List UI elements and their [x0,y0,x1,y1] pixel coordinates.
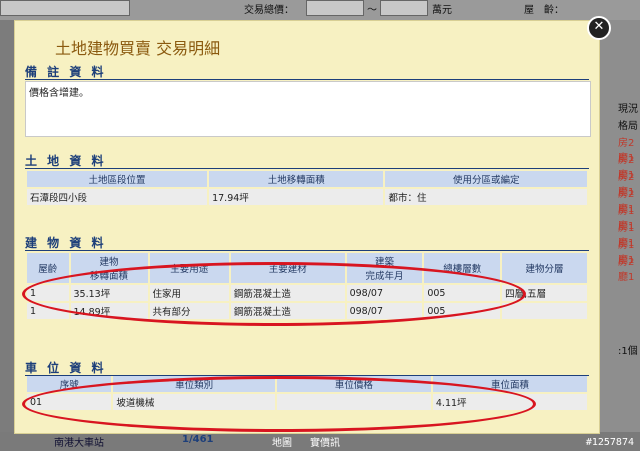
background-filter-bar: 交易總價： ～ 萬元 屋 齡： [0,0,640,20]
age-label: 屋 齡： [524,5,564,16]
notes-heading: 備 註 資 料 [25,65,107,79]
result-item[interactable]: 格局 [618,117,638,132]
map-link[interactable]: 地圖 [272,434,292,449]
land-cell: 都市：住 [385,189,587,205]
land-table: 土地區段位置 土地移轉面積 使用分區或編定 石潭段四小段 17.94坪 都市：住 [25,169,589,207]
transaction-detail-modal: ✕ 土地建物買賣 交易明細 備 註 資 料 價格含增建。 土 地 資 料 土地區… [14,16,611,434]
notes-divider [25,79,589,80]
background-map-strip [0,20,14,451]
annotation-oval-building [22,262,526,326]
background-select[interactable] [0,0,130,16]
land-col-header: 使用分區或編定 [385,171,587,187]
building-cell [502,303,587,319]
building-col-header: 建物分層 [502,253,587,283]
land-cell: 17.94坪 [209,189,384,205]
notes-text: 價格含增建。 [29,88,89,99]
price-min-input[interactable] [306,0,364,16]
footer-station: 南港大車站 [54,438,104,449]
land-col-header: 土地移轉面積 [209,171,384,187]
annotation-oval-parking [22,376,536,432]
page-indicator: 1/461 [182,434,214,445]
land-col-header: 土地區段位置 [27,171,208,187]
result-item[interactable]: 房2廳1 [618,253,640,283]
total-price-label: 交易總價： [244,5,294,16]
building-heading: 建 物 資 料 [25,236,107,250]
result-count: :1個 [618,346,638,357]
unit-label: 萬元 [432,5,452,16]
notes-box: 價格含增建。 [25,81,591,137]
close-icon[interactable]: ✕ [587,16,611,40]
price-max-input[interactable] [380,0,428,16]
watermark: #1257874 [585,437,634,448]
background-footer: 南港大車站 1/461 地圖 實價訊 [0,432,640,451]
land-heading: 土 地 資 料 [25,154,107,168]
result-item[interactable]: 現況 [618,100,638,115]
photo-link[interactable]: 實價訊 [310,434,340,449]
background-results-column: 現況 格局 房2廳1 房2廳1 房2廳1 房2廳1 房1廳1 房1廳1 房1廳1 房2廳1:1個 [598,20,640,451]
tilde-label: ～ [367,5,377,16]
land-row: 石潭段四小段 17.94坪 都市：住 [27,189,587,205]
land-cell: 石潭段四小段 [27,189,208,205]
modal-title: 土地建物買賣 交易明細 [55,39,221,58]
